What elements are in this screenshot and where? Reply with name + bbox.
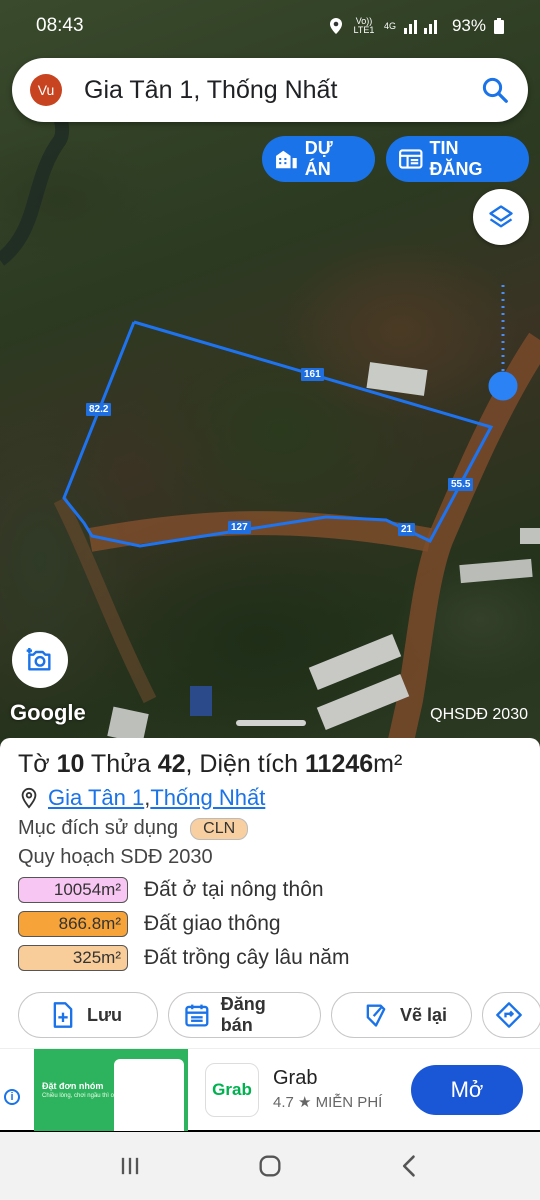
action-bar: Lưu Đăng bán Vẽ lại	[18, 992, 540, 1038]
google-logo: Google	[10, 700, 86, 725]
parcel-area-unit: m²	[373, 750, 403, 778]
search-icon[interactable]	[480, 75, 510, 105]
plan-layer-label: QHSDĐ 2030	[430, 706, 528, 723]
land-use-label: Mục đích sử dụng	[18, 817, 179, 839]
network-label: Vo)) LTE1	[353, 16, 375, 35]
zone-row: 10054m² Đất ở tại nông thôn	[18, 877, 522, 903]
ward-link[interactable]: Gia Tân 1	[48, 785, 144, 811]
camera-button[interactable]	[12, 632, 68, 688]
status-time: 08:43	[36, 15, 84, 36]
parcel-area-prefix: , Diện tích	[185, 750, 306, 778]
layers-button[interactable]	[473, 189, 529, 245]
zone-row: 325m² Đất trồng cây lâu năm	[18, 945, 522, 971]
building	[459, 558, 533, 584]
draw-icon	[366, 1004, 386, 1027]
system-nav-bar	[0, 1132, 540, 1200]
ad-image[interactable]: Đặt đơn nhóm Chiều lòng, chơi ngầu thì o…	[34, 1049, 188, 1131]
land-use-badge: CLN	[190, 817, 249, 840]
tin-dang-button[interactable]: TIN ĐĂNG	[386, 136, 529, 182]
segment-label: 55.5	[448, 478, 474, 491]
post-sale-label: Đăng bán	[220, 994, 266, 1035]
avatar[interactable]: Vu	[30, 74, 62, 106]
my-location-dot	[488, 371, 518, 401]
post-sale-button[interactable]: Đăng bán	[168, 992, 321, 1038]
building	[366, 362, 428, 396]
segment-label: 21	[398, 523, 416, 536]
home-icon[interactable]	[256, 1152, 284, 1180]
parcel-thua-prefix: Thửa	[84, 750, 158, 778]
ad-app-name: Grab	[273, 1067, 318, 1089]
ad-open-button[interactable]: Mở	[411, 1065, 523, 1115]
ad-banner[interactable]: i Đặt đơn nhóm Chiều lòng, chơi ngầu thì…	[0, 1048, 540, 1131]
zone-row: 866.8m² Đất giao thông	[18, 911, 522, 937]
segment-label: 82.2	[86, 403, 112, 416]
ad-info-icon[interactable]: i	[4, 1089, 20, 1105]
parcel-plot-number: 42	[157, 750, 186, 778]
signal-label: 4G	[383, 20, 396, 31]
zone-area-chip: 10054m²	[18, 877, 128, 903]
segment-label: 161	[301, 368, 324, 381]
search-input[interactable]: Gia Tân 1, Thống Nhất	[84, 76, 480, 105]
save-button[interactable]: Lưu	[18, 992, 158, 1038]
ad-phone-mockup	[114, 1059, 184, 1131]
zone-area-chip: 325m²	[18, 945, 128, 971]
location-status-icon	[329, 18, 342, 34]
segment-label: 127	[228, 521, 251, 534]
tin-dang-label: TIN ĐĂNG	[429, 138, 483, 179]
ad-meta: 4.7 ★ MIỄN PHÍ	[273, 1093, 382, 1111]
recent-apps-icon[interactable]	[116, 1152, 144, 1180]
status-bar: 08:43 Vo)) LTE1 4G 93%	[0, 0, 540, 52]
news-icon	[399, 149, 423, 169]
zone-label: Đất trồng cây lâu năm	[144, 946, 350, 969]
building	[520, 528, 540, 544]
search-bar[interactable]: Vu Gia Tân 1, Thống Nhất	[12, 58, 528, 122]
calendar-icon	[185, 1004, 209, 1027]
directions-button[interactable]	[482, 992, 540, 1038]
building	[190, 686, 212, 716]
du-an-button[interactable]: DỰ ÁN	[262, 136, 375, 182]
location-pin-icon	[21, 787, 37, 809]
zone-label: Đất ở tại nông thôn	[144, 878, 324, 901]
map-view[interactable]: 161 82.2 55.5 127 21 08:43 Vo)) LTE1 4G …	[0, 0, 540, 745]
add-document-icon	[53, 1002, 73, 1028]
battery-label: 93%	[451, 16, 486, 35]
layers-icon	[489, 205, 513, 228]
ad-banner-title: Đặt đơn nhóm	[42, 1081, 104, 1091]
zone-area-chip: 866.8m²	[18, 911, 128, 937]
zone-label: Đất giao thông	[144, 912, 281, 935]
parcel-address: Gia Tân 1, Thống Nhất	[18, 785, 522, 811]
du-an-label: DỰ ÁN	[304, 138, 333, 179]
battery-icon	[494, 18, 504, 34]
ad-rating: 4.7 ★	[273, 1094, 312, 1111]
add-photo-icon	[26, 648, 51, 671]
redraw-button[interactable]: Vẽ lại	[331, 992, 472, 1038]
building-icon	[276, 150, 297, 169]
ad-banner-subtitle: Chiều lòng, chơi ngầu thì ok	[42, 1093, 117, 1099]
land-use-row: Mục đích sử dụng CLN	[18, 817, 522, 840]
parcel-sheet-number: 10	[56, 750, 85, 778]
save-label: Lưu	[87, 1004, 123, 1025]
grab-logo: Grab	[205, 1063, 259, 1117]
ad-price: MIỄN PHÍ	[315, 1094, 383, 1111]
back-icon[interactable]	[396, 1152, 424, 1180]
directions-icon	[496, 1002, 522, 1028]
parcel-area: 11246	[305, 750, 374, 778]
plan-title: Quy hoạch SDĐ 2030	[18, 846, 213, 868]
redraw-label: Vẽ lại	[400, 1004, 448, 1025]
parcel-to-prefix: Tờ	[18, 750, 57, 778]
sheet-drag-handle[interactable]	[236, 720, 306, 726]
parcel-title: Tờ 10 Thửa 42, Diện tích 11246m²	[18, 750, 522, 779]
district-link[interactable]: Thống Nhất	[150, 785, 265, 811]
signal-bars-icon	[403, 20, 437, 34]
